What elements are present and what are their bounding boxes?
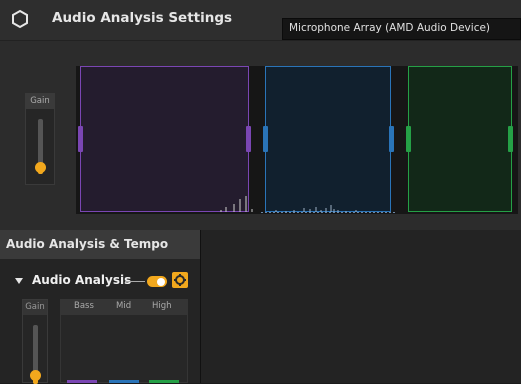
audio-analysis-toggle[interactable] <box>147 276 167 287</box>
audio-device-select[interactable]: Microphone Array (AMD Audio Device) <box>282 18 521 40</box>
mid-label: Mid <box>116 301 132 311</box>
gear-icon <box>174 274 186 286</box>
analysis-settings-panel: Audio Analysis Settings Microphone Array… <box>0 0 521 230</box>
settings-button[interactable] <box>172 272 188 288</box>
spectrum-bars <box>220 196 396 213</box>
panel-title: Audio Analysis Settings <box>52 10 233 26</box>
band-meters: Bass Mid High <box>60 299 188 383</box>
analysis-gain-slider[interactable]: Gain <box>22 299 48 384</box>
band-meters-header: Bass Mid High <box>61 300 187 315</box>
empty-right-pane <box>200 230 521 383</box>
high-label: High <box>152 301 172 311</box>
audio-analysis-row: Audio Analysis <box>0 263 200 299</box>
gain-label: Gain <box>23 300 47 315</box>
gain-knob[interactable] <box>35 162 46 174</box>
title-bar: Audio Analysis Settings Microphone Array… <box>0 0 521 41</box>
audio-analysis-label: Audio Analysis <box>32 273 132 287</box>
input-gain-slider[interactable]: Gain <box>25 93 55 185</box>
section-header: Audio Analysis & Tempo <box>0 230 200 259</box>
gain-label: Gain <box>26 94 54 109</box>
divider <box>125 281 145 282</box>
bass-label: Bass <box>74 301 94 311</box>
collapse-triangle-icon[interactable] <box>15 278 23 284</box>
hexagon-icon <box>12 9 28 29</box>
spectrum-analyzer <box>76 66 518 214</box>
gain-knob[interactable] <box>30 370 41 382</box>
toggle-knob <box>157 277 165 286</box>
